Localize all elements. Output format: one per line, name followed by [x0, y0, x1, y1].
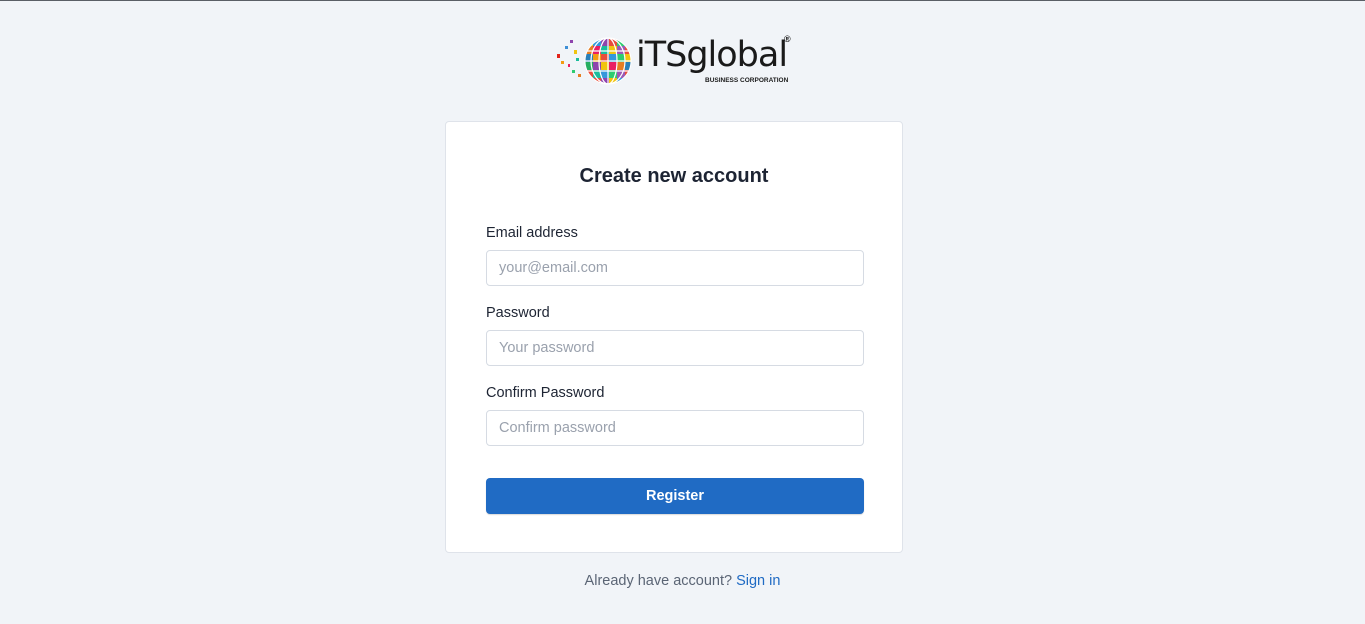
brand-logo[interactable]: iTSglobal ® BUSINESS CORPORATION [556, 34, 796, 88]
password-label: Password [486, 305, 550, 321]
register-card: Create new account Email address Passwor… [445, 121, 903, 553]
brand-wordmark: iTSglobal [636, 35, 788, 75]
window-top-border [0, 0, 1365, 1]
email-field[interactable] [486, 250, 864, 286]
globe-logo-icon [557, 37, 632, 85]
password-field[interactable] [486, 330, 864, 366]
confirm-password-field[interactable] [486, 410, 864, 446]
card-title: Create new account [579, 165, 769, 187]
email-label: Email address [486, 225, 578, 241]
signin-prompt: Already have account? Sign in [0, 572, 1365, 590]
registered-mark: ® [784, 34, 791, 44]
signin-prompt-text: Already have account? [584, 573, 733, 589]
register-button[interactable]: Register [486, 478, 864, 514]
brand-tagline: BUSINESS CORPORATION [705, 77, 789, 84]
signin-link[interactable]: Sign in [736, 573, 780, 589]
confirm-password-label: Confirm Password [486, 385, 605, 401]
